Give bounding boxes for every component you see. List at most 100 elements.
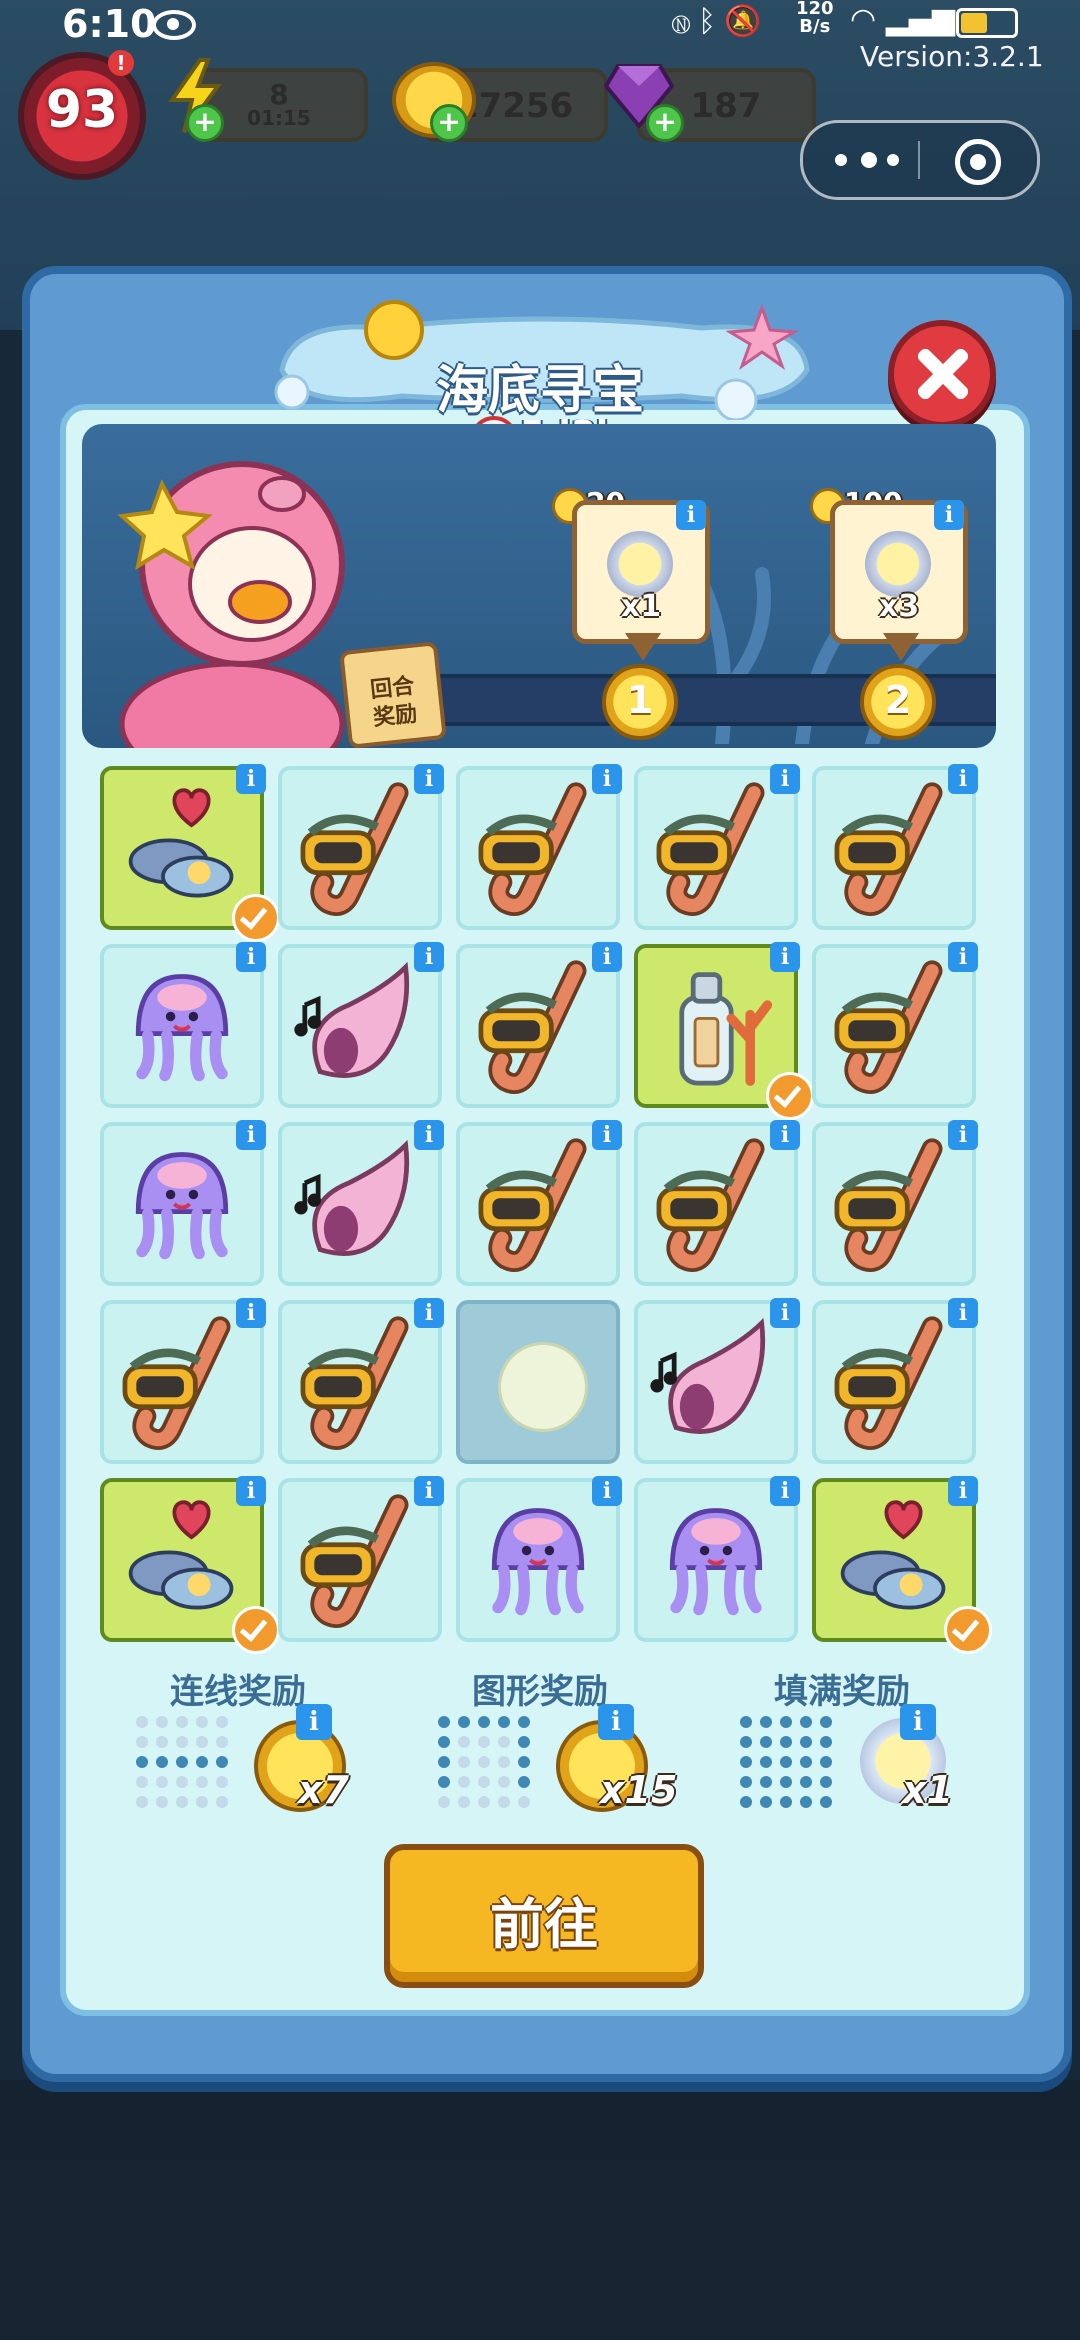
cell-info-icon[interactable]: i [770, 764, 800, 794]
grid-cell-2-4[interactable]: i [812, 1120, 978, 1286]
snorkel-icon [834, 782, 943, 916]
pattern-dot [800, 1736, 812, 1748]
pattern-dot [438, 1796, 450, 1808]
grid-cell-1-2[interactable]: i [456, 942, 622, 1108]
pattern-dot [216, 1736, 228, 1748]
cell-info-icon[interactable]: i [236, 1120, 266, 1150]
energy-plus-button[interactable]: + [186, 104, 224, 142]
pattern-dot [760, 1716, 772, 1728]
gem-plus-button[interactable]: + [646, 104, 684, 142]
line-bonus-info-icon[interactable]: i [296, 1704, 332, 1740]
cell-info-icon[interactable]: i [592, 1476, 622, 1506]
grid-cell-0-2[interactable]: i [456, 764, 622, 930]
grid-cell-1-1[interactable]: i [278, 942, 444, 1108]
reward-2-info-icon[interactable]: i [934, 500, 964, 530]
grid-cell-3-0[interactable]: i [100, 1298, 266, 1464]
signal-icon: ▂▄▆ [885, 2, 955, 37]
cell-info-icon[interactable]: i [948, 1120, 978, 1150]
grid-cell-2-2[interactable]: i [456, 1120, 622, 1286]
grid-cell-4-4[interactable]: i [812, 1476, 992, 1654]
pattern-dot [780, 1756, 792, 1768]
close-button[interactable] [888, 320, 996, 428]
grid-cell-0-0[interactable]: i [100, 764, 280, 942]
mute-icon: 🔕 [724, 4, 770, 39]
grid-cell-2-3[interactable]: i [634, 1120, 800, 1286]
cell-info-icon[interactable]: i [948, 764, 978, 794]
cell-info-icon[interactable]: i [236, 764, 266, 794]
grid-cell-4-1[interactable]: i [278, 1476, 444, 1642]
grid-cell-4-3[interactable]: i [634, 1476, 800, 1642]
grid-cell-3-4[interactable]: i [812, 1298, 978, 1464]
grid-cell-3-2[interactable] [456, 1300, 620, 1464]
grid-cell-3-1[interactable]: i [278, 1298, 444, 1464]
shape-bonus-info-icon[interactable]: i [598, 1704, 634, 1740]
grid-cell-3-3[interactable]: i [634, 1298, 800, 1464]
pattern-dot [478, 1776, 490, 1788]
fill-pattern-icon [740, 1716, 840, 1816]
cell-info-icon[interactable]: i [592, 1120, 622, 1150]
cell-info-icon[interactable]: i [770, 942, 800, 972]
pattern-dot [438, 1736, 450, 1748]
cell-info-icon[interactable]: i [236, 1476, 266, 1506]
reward-1-qty: x1 [620, 589, 662, 624]
cell-info-icon[interactable]: i [414, 764, 444, 794]
pattern-dot [458, 1716, 470, 1728]
cell-info-icon[interactable]: i [236, 942, 266, 972]
cell-info-icon[interactable]: i [414, 1298, 444, 1328]
checkmark-icon [232, 894, 280, 942]
go-button[interactable]: 前往 [384, 1844, 704, 1988]
snorkel-icon [834, 1138, 943, 1272]
event-title: 海底寻宝 [435, 361, 644, 421]
grid-cell-0-1[interactable]: i [278, 764, 444, 930]
cell-info-icon[interactable]: i [414, 1476, 444, 1506]
cell-info-icon[interactable]: i [948, 1298, 978, 1328]
snorkel-icon [656, 782, 765, 916]
pattern-dot [156, 1736, 168, 1748]
cell-info-icon[interactable]: i [770, 1298, 800, 1328]
battery-icon [956, 8, 1018, 38]
grid-cell-2-1[interactable]: i [278, 1120, 444, 1286]
cell-info-icon[interactable]: i [414, 942, 444, 972]
cell-info-icon[interactable]: i [592, 764, 622, 794]
version-label: Version:3.2.1 [860, 40, 1044, 73]
pattern-dot [740, 1776, 752, 1788]
cell-info-icon[interactable]: i [592, 942, 622, 972]
grid-cell-1-4[interactable]: i [812, 942, 978, 1108]
grid-cell-2-0[interactable]: i [100, 1120, 266, 1286]
round-2-marker: 2 [860, 664, 936, 740]
grid-cell-1-0[interactable]: i [100, 942, 266, 1108]
go-button-label: 前往 [490, 1893, 598, 1956]
pattern-dot [518, 1736, 530, 1748]
miniprogram-capsule [800, 120, 1040, 200]
cell-info-icon[interactable]: i [236, 1298, 266, 1328]
status-time: 6:10 [62, 2, 157, 46]
cell-info-icon[interactable]: i [948, 1476, 978, 1506]
progress-area: 回合 奖励 20 x1 i 1 100 x3 i 2 [82, 424, 996, 748]
pattern-dot [498, 1756, 510, 1768]
pattern-dot [458, 1776, 470, 1788]
grid-cell-0-4[interactable]: i [812, 764, 978, 930]
cell-info-icon[interactable]: i [770, 1476, 800, 1506]
cell-info-icon[interactable]: i [414, 1120, 444, 1150]
more-options-button[interactable] [835, 147, 901, 173]
grid-cell-0-3[interactable]: i [634, 764, 800, 930]
jellyfish-icon [491, 1508, 585, 1616]
line-pattern-icon [136, 1716, 236, 1816]
close-miniprogram-button[interactable] [955, 139, 1001, 185]
grid-cell-1-3[interactable]: i [634, 942, 814, 1120]
snorkel-icon [300, 1316, 409, 1450]
grid-cell-4-0[interactable]: i [100, 1476, 280, 1654]
eye-icon [152, 10, 196, 40]
cell-info-icon[interactable]: i [770, 1120, 800, 1150]
pattern-dot [136, 1796, 148, 1808]
fill-bonus-qty: x1 [902, 1768, 953, 1812]
conch-icon [650, 1317, 766, 1434]
network-speed: 120 B/s [796, 0, 834, 36]
pattern-dot [196, 1776, 208, 1788]
reward-1-info-icon[interactable]: i [676, 500, 706, 530]
coin-plus-button[interactable]: + [430, 104, 468, 142]
cell-info-icon[interactable]: i [948, 942, 978, 972]
fill-bonus-info-icon[interactable]: i [900, 1704, 936, 1740]
grid-cell-4-2[interactable]: i [456, 1476, 622, 1642]
snorkel-icon [300, 782, 409, 916]
